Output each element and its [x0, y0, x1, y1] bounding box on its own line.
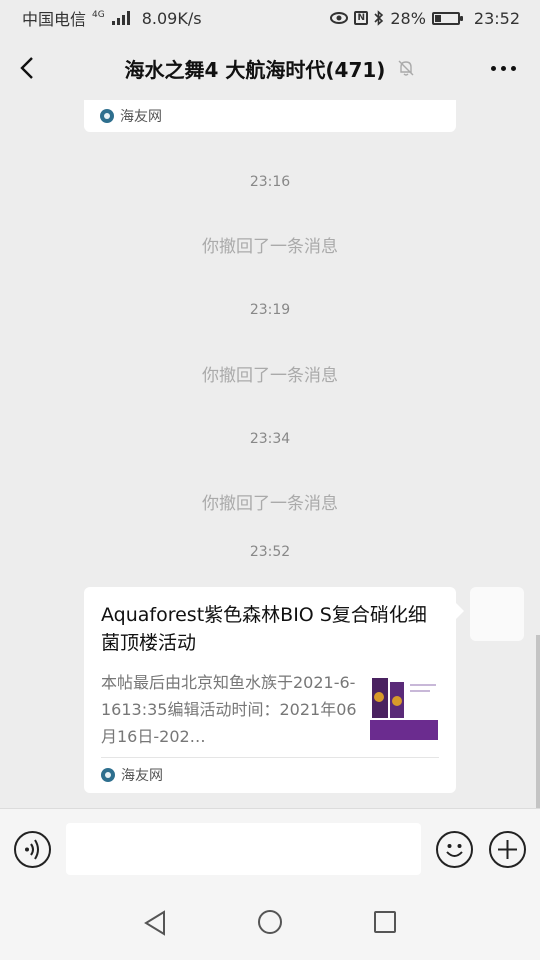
status-right: N 28% 23:52: [330, 9, 520, 28]
timestamp: 23:52: [249, 544, 291, 560]
link-title: Aquaforest紫色森林BIO S复合硝化细菌顶楼活动: [101, 604, 427, 654]
back-arrow-icon[interactable]: [16, 56, 40, 80]
nav-back-icon[interactable]: [143, 910, 167, 936]
voice-icon[interactable]: [14, 831, 51, 868]
recall-notice: 你撤回了一条消息: [202, 366, 338, 386]
plus-icon[interactable]: [489, 831, 526, 868]
message-input[interactable]: [66, 823, 421, 875]
network-type: 4G: [92, 9, 105, 20]
input-bar: [0, 808, 540, 888]
battery-percent: 28%: [390, 8, 426, 28]
status-left: 中国电信 4G 8.09K/s: [22, 6, 202, 30]
chat-title: 海水之舞4 大航海时代(471): [124, 57, 386, 82]
link-message-card[interactable]: Aquaforest紫色森林BIO S复合硝化细菌顶楼活动 本帖最后由北京知鱼水…: [84, 587, 464, 793]
clock: 23:52: [473, 8, 520, 28]
recall-notice: 你撤回了一条消息: [202, 237, 338, 257]
timestamp: 23:19: [249, 302, 291, 318]
timestamp: 23:16: [249, 174, 291, 190]
previous-card-source: 海友网: [120, 109, 162, 125]
link-body: 本帖最后由北京知鱼水族于2021-6-1613:35编辑活动时间：2021年06…: [101, 669, 438, 750]
nfc-icon: N: [354, 11, 369, 25]
chat-area[interactable]: 海友网 23:16 你撤回了一条消息 23:19 你撤回了一条消息 23:34 …: [0, 100, 540, 808]
chat-header: 海水之舞4 大航海时代(471): [0, 36, 540, 100]
link-source: 海友网: [101, 765, 163, 785]
emoji-icon[interactable]: [436, 831, 473, 868]
link-source-label: 海友网: [121, 768, 163, 784]
eye-icon: [330, 12, 349, 24]
nav-recent-icon[interactable]: [374, 911, 396, 933]
link-thumbnail: [370, 672, 438, 742]
recall-notice: 你撤回了一条消息: [202, 494, 338, 514]
site-logo-icon: [100, 109, 114, 123]
scrollbar[interactable]: [536, 635, 540, 808]
more-dots-icon[interactable]: [491, 66, 516, 71]
network-speed: 8.09K/s: [141, 8, 202, 28]
timestamp: 23:34: [249, 431, 291, 447]
bluetooth-icon: [374, 10, 384, 26]
card-divider: [101, 757, 439, 758]
previous-card-footer[interactable]: 海友网: [84, 100, 456, 132]
site-logo-icon: [101, 768, 115, 782]
carrier-label: 中国电信: [22, 10, 87, 29]
bell-off-icon: [398, 60, 414, 76]
avatar[interactable]: [470, 587, 524, 641]
nav-home-icon[interactable]: [258, 910, 282, 934]
system-nav-bar: [0, 888, 540, 960]
signal-icon: [111, 11, 130, 25]
status-bar: 中国电信 4G 8.09K/s N 28% 23:52: [0, 0, 540, 36]
battery-icon: [431, 11, 463, 25]
link-description: 本帖最后由北京知鱼水族于2021-6-1613:35编辑活动时间：2021年06…: [101, 673, 357, 746]
